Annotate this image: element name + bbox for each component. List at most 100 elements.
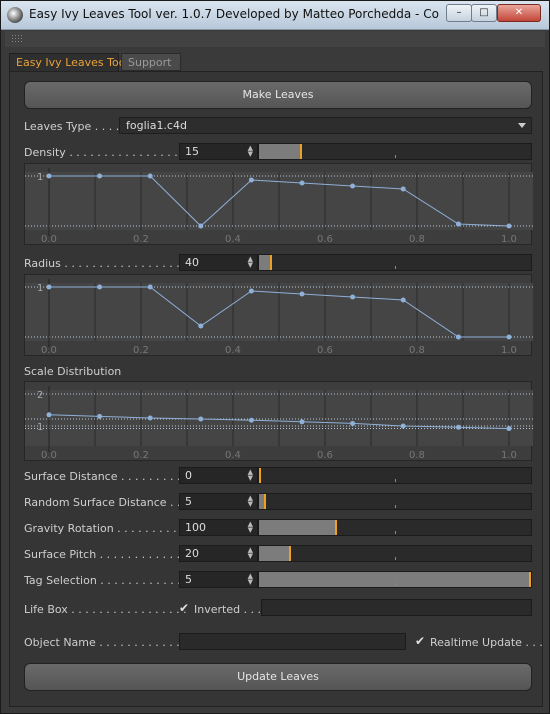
object-name-input[interactable]	[179, 633, 406, 650]
close-button[interactable]: ✕	[497, 4, 541, 22]
random-surface-distance-slider[interactable]	[258, 493, 532, 510]
random-surface-distance-label: Random Surface Distance . . .	[24, 496, 188, 509]
curve-point	[248, 288, 254, 294]
curve-point	[147, 284, 153, 290]
density-value: 15	[185, 145, 199, 158]
curve-point	[46, 173, 52, 179]
curve-point	[97, 413, 103, 419]
gravity-rotation-label: Gravity Rotation . . . . . . . . . . .	[24, 522, 191, 535]
spinner-arrows-icon[interactable]: ▲ ▼	[248, 495, 253, 508]
surface-distance-slider-handle[interactable]	[259, 468, 261, 483]
slider-tick	[395, 155, 396, 158]
curve-point	[506, 223, 512, 229]
x-tick-label: 0.4	[225, 234, 241, 245]
maximize-button[interactable]: □	[471, 4, 497, 22]
random-surface-distance-input[interactable]: 5 ▲ ▼	[179, 493, 258, 510]
curve-point	[506, 426, 512, 432]
density-curve-graph[interactable]: 1 0.0 0.2 0.4 0.6 0.8 1.0	[24, 163, 533, 245]
leaves-type-dropdown[interactable]: foglia1.c4d	[119, 117, 532, 134]
spinner-arrows-icon[interactable]: ▲ ▼	[248, 573, 253, 586]
radius-slider-handle[interactable]	[270, 255, 272, 270]
gravity-rotation-input[interactable]: 100 ▲ ▼	[179, 519, 258, 536]
radius-curve-graph[interactable]: 1 0.0 0.2 0.4 0.6 0.8 1.0	[24, 274, 533, 356]
tag-selection-input[interactable]: 5 ▲ ▼	[179, 571, 258, 588]
surface-distance-input[interactable]: 0 ▲ ▼	[179, 467, 258, 484]
radius-slider[interactable]	[258, 254, 532, 271]
curve-point	[248, 417, 254, 423]
curve-point	[198, 223, 204, 229]
object-name-label: Object Name . . . . . . . . . . . . .	[24, 636, 187, 649]
x-tick-label: 0.4	[225, 450, 241, 461]
surface-distance-label: Surface Distance . . . . . . . . . . .	[24, 470, 195, 483]
gravity-rotation-slider[interactable]	[258, 519, 532, 536]
slider-tick	[395, 531, 396, 534]
inverted-checkbox[interactable]: ✔	[179, 601, 189, 615]
radius-slider-fill	[259, 255, 270, 270]
spinner-arrows-icon[interactable]: ▲ ▼	[248, 521, 253, 534]
surface-pitch-input[interactable]: 20 ▲ ▼	[179, 545, 258, 562]
curve-point	[455, 424, 461, 430]
scale-distribution-graph[interactable]: 2 1 0.0 0.2 0.4 0.6 0.8 1.0	[24, 381, 533, 461]
tab-easy-ivy-leaves-tool[interactable]: Easy Ivy Leaves Tool	[9, 53, 129, 71]
x-tick-label: 0.0	[41, 345, 57, 356]
tab-support[interactable]: Support	[121, 53, 181, 71]
life-box-field[interactable]	[261, 599, 532, 616]
slider-tick	[395, 266, 396, 269]
radius-input[interactable]: 40 ▲ ▼	[179, 254, 258, 271]
tag-selection-slider[interactable]	[258, 571, 532, 588]
window-title: Easy Ivy Leaves Tool ver. 1.0.7 Develope…	[29, 7, 439, 21]
x-tick-label: 0.2	[133, 345, 149, 356]
x-tick-label: 0.0	[41, 234, 57, 245]
density-slider[interactable]	[258, 143, 532, 160]
curve-point	[46, 412, 52, 418]
life-box-label: Life Box . . . . . . . . . . . . . . . .…	[24, 603, 187, 616]
x-tick-label: 0.2	[133, 234, 149, 245]
tag-selection-value: 5	[185, 573, 192, 586]
slider-tick	[395, 479, 396, 482]
density-input[interactable]: 15 ▲ ▼	[179, 143, 258, 160]
surface-pitch-slider[interactable]	[258, 545, 532, 562]
curve-point	[506, 334, 512, 340]
curve-point	[400, 423, 406, 429]
spinner-arrows-icon[interactable]: ▲ ▼	[248, 469, 253, 482]
plugin-window: Easy Ivy Leaves Tool ver. 1.0.7 Develope…	[0, 0, 550, 714]
title-bar[interactable]: Easy Ivy Leaves Tool ver. 1.0.7 Develope…	[1, 1, 549, 30]
tag-selection-slider-handle[interactable]	[529, 572, 531, 587]
dialog-grip-bar[interactable]	[5, 31, 545, 47]
minimize-button[interactable]: –	[446, 4, 472, 22]
curve-point	[455, 221, 461, 227]
curve-point	[97, 173, 103, 179]
curve-point	[198, 416, 204, 422]
scale-distribution-label: Scale Distribution	[24, 365, 122, 378]
x-tick-label: 0.4	[225, 345, 241, 356]
spinner-arrows-icon[interactable]: ▲ ▼	[248, 145, 253, 158]
update-leaves-button[interactable]: Update Leaves	[24, 663, 532, 691]
x-tick-label: 0.6	[317, 234, 333, 245]
random-surface-distance-slider-handle[interactable]	[264, 494, 266, 509]
realtime-update-checkbox[interactable]: ✔	[415, 634, 425, 648]
curve-point	[248, 177, 254, 183]
gravity-rotation-value: 100	[185, 521, 206, 534]
spinner-arrows-icon[interactable]: ▲ ▼	[248, 256, 253, 269]
y-tick-label: 2	[37, 390, 43, 401]
gravity-rotation-slider-handle[interactable]	[335, 520, 337, 535]
y-tick-label: 1	[37, 172, 43, 183]
random-surface-distance-value: 5	[185, 495, 192, 508]
x-tick-label: 0.6	[317, 450, 333, 461]
inverted-label: Inverted . . .	[194, 603, 262, 616]
tag-selection-slider-fill	[259, 572, 529, 587]
grip-dots-icon[interactable]	[11, 34, 23, 44]
surface-distance-slider[interactable]	[258, 467, 532, 484]
surface-pitch-slider-handle[interactable]	[289, 546, 291, 561]
radius-label: Radius . . . . . . . . . . . . . . . . .…	[24, 257, 187, 270]
surface-pitch-slider-fill	[259, 546, 289, 561]
density-slider-handle[interactable]	[300, 144, 302, 159]
leaves-type-value: foglia1.c4d	[126, 119, 187, 132]
x-tick-label: 1.0	[501, 450, 517, 461]
x-tick-label: 0.8	[409, 450, 425, 461]
surface-pitch-value: 20	[185, 547, 199, 560]
spinner-arrows-icon[interactable]: ▲ ▼	[248, 547, 253, 560]
y-tick-label: 1	[37, 283, 43, 294]
make-leaves-button[interactable]: Make Leaves	[24, 81, 532, 109]
curve-point	[198, 323, 204, 329]
